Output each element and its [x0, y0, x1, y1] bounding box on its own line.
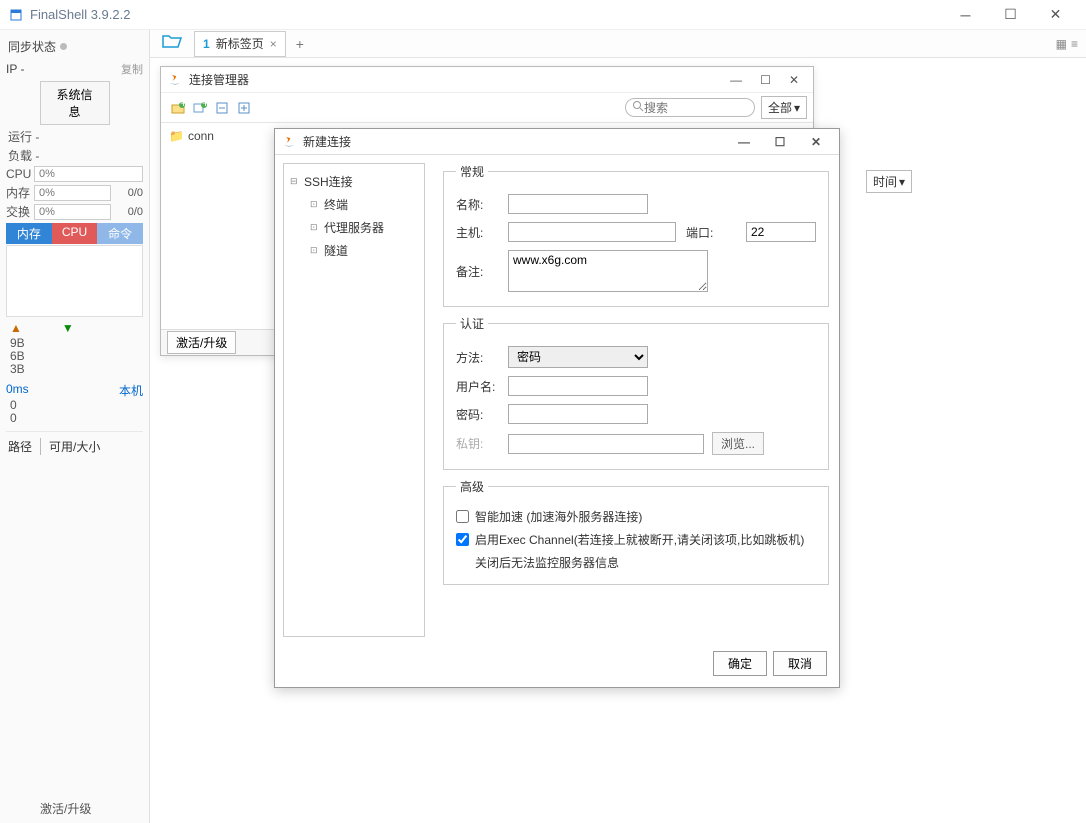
username-input[interactable] — [508, 376, 648, 396]
folder-open-icon[interactable] — [150, 33, 194, 54]
password-input[interactable] — [508, 404, 648, 424]
new-connection-dialog: 新建连接 — ☐ ✕ ⊟SSH连接 ⊡终端 ⊡代理服务器 ⊡隧道 常规 名称: … — [274, 128, 840, 688]
chevron-down-icon: ▾ — [899, 175, 905, 189]
new-minimize-button[interactable]: — — [735, 135, 753, 149]
conn-toolbar: + + 全部▾ — [161, 93, 813, 123]
run-label: 运行 - — [6, 127, 143, 146]
tab-memory[interactable]: 内存 — [6, 223, 52, 244]
general-fieldset: 常规 名称: 主机: 端口: 备注: — [443, 163, 829, 307]
activate-link[interactable]: 激活/升级 — [40, 800, 91, 817]
tab-new[interactable]: 1 新标签页 × — [194, 31, 286, 57]
svg-text:+: + — [202, 102, 207, 110]
maximize-button[interactable]: ☐ — [988, 0, 1033, 30]
arrow-up-icon: ▲ — [10, 321, 22, 335]
conn-activate-button[interactable]: 激活/升级 — [167, 331, 236, 354]
java-icon — [281, 134, 297, 150]
conn-mgr-titlebar: 连接管理器 — ☐ ✕ — [161, 67, 813, 93]
svg-text:+: + — [180, 102, 185, 110]
advanced-fieldset: 高级 智能加速 (加速海外服务器连接) 启用Exec Channel(若连接上就… — [443, 478, 829, 585]
mem-input[interactable] — [34, 185, 111, 201]
exec-channel-checkbox[interactable] — [456, 533, 469, 546]
new-conn-footer: 确定 取消 — [275, 645, 839, 682]
expand-icon[interactable] — [235, 99, 253, 117]
category-tree: ⊟SSH连接 ⊡终端 ⊡代理服务器 ⊡隧道 — [283, 163, 425, 637]
collapse-toggle-icon[interactable]: ⊟ — [290, 176, 300, 187]
conn-minimize-button[interactable]: — — [730, 73, 742, 87]
ok-button[interactable]: 确定 — [713, 651, 767, 676]
swap-row: 交换 0/0 — [6, 202, 143, 221]
main-titlebar: FinalShell 3.9.2.2 ─ ☐ ✕ — [0, 0, 1086, 30]
host-input[interactable] — [508, 222, 676, 242]
auth-fieldset: 认证 方法: 密码 用户名: 密码: 私钥:浏览... — [443, 315, 829, 470]
y-axis: 9B 6B 3B — [6, 337, 143, 376]
method-select[interactable]: 密码 — [508, 346, 648, 368]
folder-icon: 📁 — [169, 129, 184, 143]
new-conn-titlebar: 新建连接 — ☐ ✕ — [275, 129, 839, 155]
copy-link[interactable]: 复制 — [121, 61, 143, 77]
search-box[interactable] — [625, 98, 755, 117]
tab-add-button[interactable]: + — [286, 36, 314, 52]
filter-button[interactable]: 全部▾ — [761, 96, 807, 119]
net-arrows: ▲ ▼ — [6, 319, 143, 337]
port-input[interactable] — [746, 222, 816, 242]
tab-label: 新标签页 — [216, 35, 264, 52]
new-conn-icon[interactable]: + — [191, 99, 209, 117]
app-title: FinalShell 3.9.2.2 — [30, 7, 130, 22]
minimize-button[interactable]: ─ — [943, 0, 988, 30]
conn-close-button[interactable]: ✕ — [789, 73, 799, 87]
smart-accel-checkbox[interactable] — [456, 510, 469, 523]
app-icon — [8, 7, 24, 23]
tree-root-ssh[interactable]: ⊟SSH连接 — [288, 170, 420, 193]
browse-button[interactable]: 浏览... — [712, 432, 764, 455]
system-info-button[interactable]: 系统信息 — [40, 81, 110, 125]
tab-command[interactable]: 命令 — [97, 223, 143, 244]
list-view-icon[interactable]: ≡ — [1071, 37, 1078, 51]
cancel-button[interactable]: 取消 — [773, 651, 827, 676]
swap-input[interactable] — [34, 204, 111, 220]
close-button[interactable]: ✕ — [1033, 0, 1078, 30]
sync-status: 同步状态 — [6, 34, 143, 59]
new-maximize-button[interactable]: ☐ — [771, 135, 789, 149]
remark-input[interactable] — [508, 250, 708, 292]
tree-proxy[interactable]: ⊡代理服务器 — [288, 216, 420, 239]
form-panel: 常规 名称: 主机: 端口: 备注: 认证 方法: 密码 用户名: 密码: 私钥… — [433, 155, 839, 645]
chart-area — [6, 245, 143, 317]
tab-close-icon[interactable]: × — [270, 37, 277, 51]
mem-row: 内存 0/0 — [6, 183, 143, 202]
name-input[interactable] — [508, 194, 648, 214]
tabbar: 1 新标签页 × + ▦ ≡ — [150, 30, 1086, 58]
grid-view-icon[interactable]: ▦ — [1056, 37, 1067, 51]
privatekey-input[interactable] — [508, 434, 704, 454]
new-folder-icon[interactable]: + — [169, 99, 187, 117]
cpu-input[interactable] — [34, 166, 143, 182]
search-icon — [632, 100, 644, 115]
disk-header: 路径 可用/大小 — [6, 431, 143, 461]
collapse-icon[interactable] — [213, 99, 231, 117]
new-close-button[interactable]: ✕ — [807, 135, 825, 149]
load-label: 负载 - — [6, 146, 143, 165]
latency-row: 0ms 本机 — [6, 376, 143, 399]
zero-axis: 0 0 — [6, 399, 143, 425]
java-icon — [167, 72, 183, 88]
sidebar: 同步状态 IP -复制 系统信息 运行 - 负载 - CPU 内存 0/0 交换… — [0, 30, 150, 823]
cpu-row: CPU — [6, 165, 143, 183]
chevron-down-icon: ▾ — [794, 101, 800, 115]
metric-tabs: 内存 CPU 命令 — [6, 223, 143, 244]
search-input[interactable] — [644, 101, 734, 115]
arrow-down-icon: ▼ — [62, 321, 74, 335]
tree-terminal[interactable]: ⊡终端 — [288, 193, 420, 216]
ip-row: IP -复制 — [6, 59, 143, 79]
conn-maximize-button[interactable]: ☐ — [760, 73, 771, 87]
time-dropdown[interactable]: 时间▾ — [866, 170, 912, 193]
tree-tunnel[interactable]: ⊡隧道 — [288, 239, 420, 262]
tab-cpu[interactable]: CPU — [52, 223, 98, 244]
